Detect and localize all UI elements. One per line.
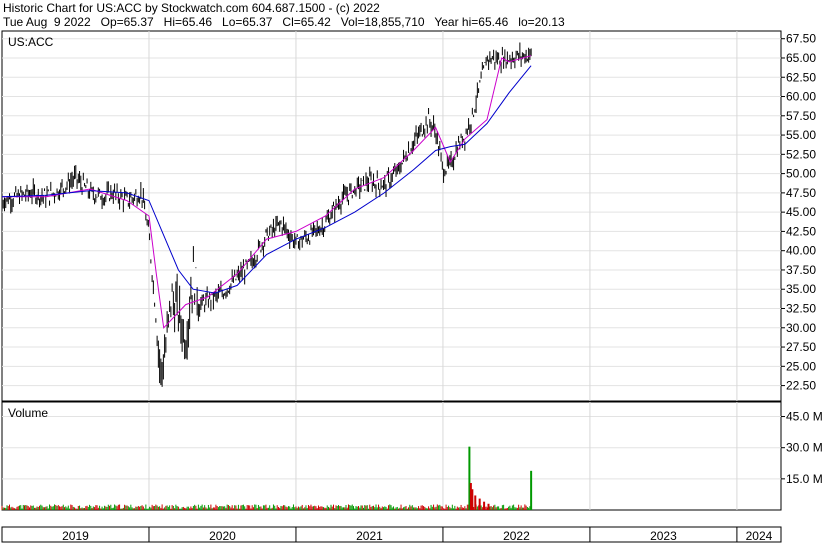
- price-tick-label: 27.50: [786, 340, 816, 354]
- price-tick-label: 57.50: [786, 109, 816, 123]
- volume-panel-frame: [1, 401, 782, 511]
- price-tick-label: 40.00: [786, 244, 816, 258]
- volume-tick-label: 15.0 M: [786, 472, 823, 486]
- price-tick-label: 62.50: [786, 70, 816, 84]
- price-tick-label: 45.00: [786, 205, 816, 219]
- year-label: 2020: [209, 529, 236, 543]
- price-tick-label: 32.50: [786, 302, 816, 316]
- price-tick-label: 37.50: [786, 263, 816, 277]
- price-tick-label: 30.00: [786, 321, 816, 335]
- year-label: 2021: [356, 529, 383, 543]
- price-tick-label: 47.50: [786, 186, 816, 200]
- symbol-label: US:ACC: [8, 35, 54, 49]
- price-tick-label: 35.00: [786, 282, 816, 296]
- price-tick-label: 50.00: [786, 167, 816, 181]
- year-label: 2024: [746, 529, 773, 543]
- volume-label: Volume: [8, 406, 48, 420]
- price-tick-label: 22.50: [786, 379, 816, 393]
- volume-tick-label: 30.0 M: [786, 441, 823, 455]
- volume-tick-label: 45.0 M: [786, 410, 823, 424]
- price-tick-label: 25.00: [786, 359, 816, 373]
- price-tick-label: 55.00: [786, 128, 816, 142]
- price-tick-label: 42.50: [786, 224, 816, 238]
- price-panel-frame: [1, 30, 782, 402]
- price-tick-label: 67.50: [786, 32, 816, 46]
- year-label: 2019: [62, 529, 89, 543]
- year-label: 2023: [650, 529, 677, 543]
- price-tick-label: 52.50: [786, 147, 816, 161]
- stock-chart: 67.50 65.00 62.50 60.00 57.50 55.00 52.50 50.00…: [1, 30, 823, 543]
- year-label: 2022: [503, 529, 530, 543]
- price-tick-label: 60.00: [786, 90, 816, 104]
- price-tick-label: 65.00: [786, 51, 816, 65]
